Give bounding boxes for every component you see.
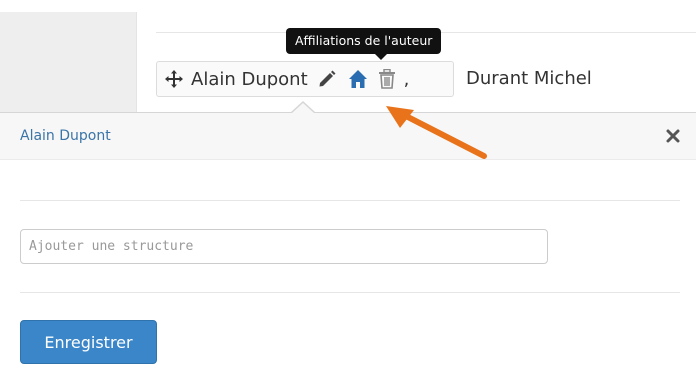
popover-title: Alain Dupont [20,128,111,144]
close-icon[interactable] [664,127,682,145]
home-icon[interactable] [348,69,368,89]
pencil-icon[interactable] [318,70,336,88]
annotation-arrow-icon [386,106,487,159]
author-chip[interactable]: Alain Dupont , [156,61,454,97]
popover-header: Alain Dupont [0,113,696,160]
affiliation-popover: Alain Dupont Enregistrer [0,112,696,379]
left-panel-background [0,12,137,112]
author-name: Alain Dupont [191,68,308,90]
popover-notch-fill [292,103,314,113]
move-icon[interactable] [165,70,183,88]
popover-divider [20,200,680,201]
left-panel [0,0,137,112]
save-button[interactable]: Enregistrer [20,320,157,364]
author-separator: , [403,68,410,90]
popover-divider [20,292,680,293]
tooltip: Affiliations de l'auteur [286,28,442,54]
trash-icon[interactable] [378,69,396,89]
second-author-name[interactable]: Durant Michel [466,61,592,97]
structure-input[interactable] [20,229,548,264]
tooltip-arrow [375,54,387,60]
